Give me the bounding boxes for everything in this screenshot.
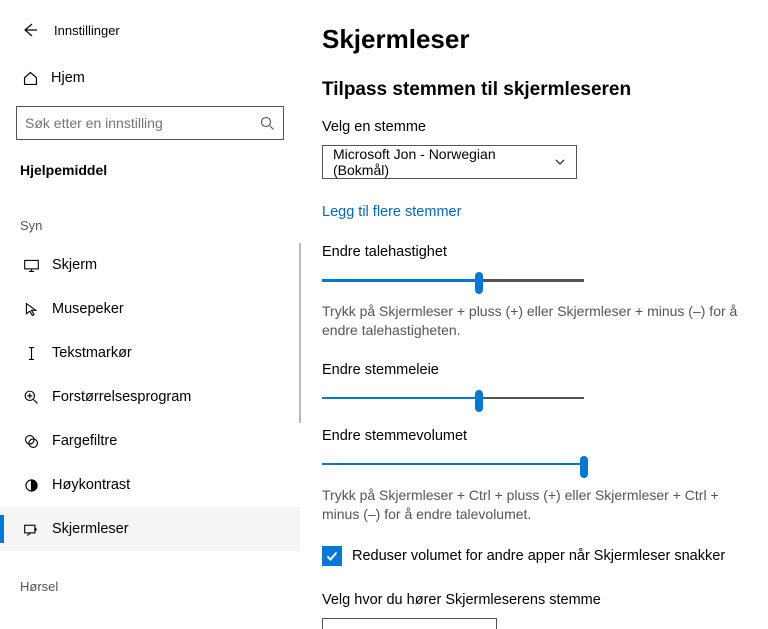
speed-label: Endre talehastighet xyxy=(322,244,750,260)
magnifier-icon xyxy=(20,389,42,406)
page-subtitle: Tilpass stemmen til skjermleseren xyxy=(322,79,750,101)
back-button[interactable] xyxy=(16,16,44,44)
home-label: Hjem xyxy=(51,70,85,86)
narrator-icon xyxy=(20,521,42,538)
reduce-volume-checkbox[interactable] xyxy=(322,546,342,566)
display-icon xyxy=(20,257,42,274)
reduce-volume-label: Reduser volumet for andre apper når Skje… xyxy=(352,548,725,564)
home-icon xyxy=(19,70,41,87)
nav-label: Skjermleser xyxy=(52,521,129,537)
nav-item-skjerm[interactable]: Skjerm xyxy=(0,243,300,287)
cursor-icon xyxy=(20,301,42,318)
search-icon xyxy=(260,116,275,131)
search-box[interactable] xyxy=(16,106,284,140)
audio-dropdown[interactable]: Standard lydenhet xyxy=(322,618,497,629)
nav-label: Tekstmarkør xyxy=(52,345,132,361)
voice-dropdown[interactable]: Microsoft Jon - Norwegian (Bokmål) xyxy=(322,145,577,179)
nav-label: Fargefiltre xyxy=(52,433,117,449)
add-voices-link[interactable]: Legg til flere stemmer xyxy=(322,204,461,220)
page-title: Skjermleser xyxy=(322,24,750,55)
search-input[interactable] xyxy=(25,115,260,131)
arrow-left-icon xyxy=(22,22,38,38)
nav-item-tekstmarkor[interactable]: Tekstmarkør xyxy=(0,331,300,375)
sidebar: Innstillinger Hjem Hjelpemiddel Syn Skje… xyxy=(0,0,300,629)
volume-slider[interactable] xyxy=(322,454,584,474)
nav-item-skjermleser[interactable]: Skjermleser xyxy=(0,507,300,551)
speed-slider[interactable] xyxy=(322,270,584,290)
nav-item-forstorrelse[interactable]: Forstørrelsesprogram xyxy=(0,375,300,419)
voice-select-label: Velg en stemme xyxy=(322,119,750,135)
nav-item-hoykontrast[interactable]: Høykontrast xyxy=(0,463,300,507)
window-title: Innstillinger xyxy=(54,23,120,38)
sidebar-section-title: Hjelpemiddel xyxy=(20,162,300,178)
speed-hint: Trykk på Skjermleser + pluss (+) eller S… xyxy=(322,302,742,340)
nav-label: Høykontrast xyxy=(52,477,130,493)
chevron-down-icon xyxy=(554,156,566,168)
pitch-slider[interactable] xyxy=(322,388,584,408)
nav-label: Musepeker xyxy=(52,301,124,317)
voice-dropdown-value: Microsoft Jon - Norwegian (Bokmål) xyxy=(333,146,554,178)
home-button[interactable]: Hjem xyxy=(16,62,284,94)
nav-item-musepeker[interactable]: Musepeker xyxy=(0,287,300,331)
content-area: Skjermleser Tilpass stemmen til skjermle… xyxy=(300,0,768,629)
volume-label: Endre stemmevolumet xyxy=(322,428,750,444)
contrast-icon xyxy=(20,477,42,494)
checkmark-icon xyxy=(325,549,339,563)
nav-label: Skjerm xyxy=(52,257,97,273)
sidebar-group-vision: Syn xyxy=(20,218,300,233)
sidebar-group-hearing: Hørsel xyxy=(20,579,300,594)
nav-item-fargefiltre[interactable]: Fargefiltre xyxy=(0,419,300,463)
audio-out-label: Velg hvor du hører Skjermleserens stemme xyxy=(322,592,750,608)
text-cursor-icon xyxy=(20,345,42,362)
color-filter-icon xyxy=(20,433,42,450)
nav-list: Skjerm Musepeker Tekstmarkør Forstørrels… xyxy=(0,243,300,551)
volume-hint: Trykk på Skjermleser + Ctrl + pluss (+) … xyxy=(322,486,742,524)
nav-label: Forstørrelsesprogram xyxy=(52,389,191,405)
pitch-label: Endre stemmeleie xyxy=(322,362,750,378)
